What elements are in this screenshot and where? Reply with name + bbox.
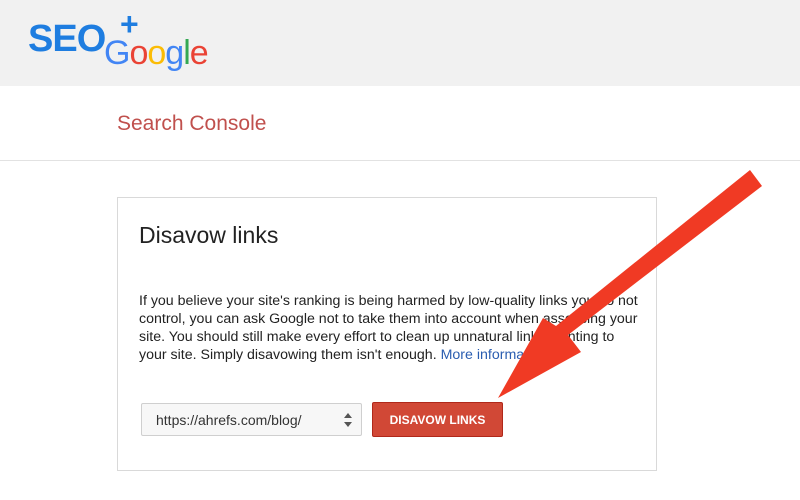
search-console-title: Search Console	[117, 112, 267, 135]
header-divider	[0, 160, 800, 161]
disavow-links-button[interactable]: DISAVOW LINKS	[372, 402, 503, 437]
site-header-bar: SEO + Google	[0, 0, 800, 86]
seo-google-logo: SEO + Google	[28, 6, 228, 74]
logo-google-wordmark: Google	[104, 34, 209, 72]
site-url-select[interactable]: https://ahrefs.com/blog/	[141, 403, 362, 436]
description-text: If you believe your site's ranking is be…	[139, 293, 638, 363]
updown-icon	[344, 413, 352, 427]
panel-title: Disavow links	[139, 222, 279, 248]
more-information-link[interactable]: More information.	[441, 347, 551, 363]
site-url-value: https://ahrefs.com/blog/	[156, 412, 302, 428]
disavow-links-panel: Disavow links If you believe your site's…	[117, 197, 657, 471]
panel-description: If you believe your site's ranking is be…	[139, 292, 639, 364]
logo-seo-text: SEO	[28, 18, 106, 60]
